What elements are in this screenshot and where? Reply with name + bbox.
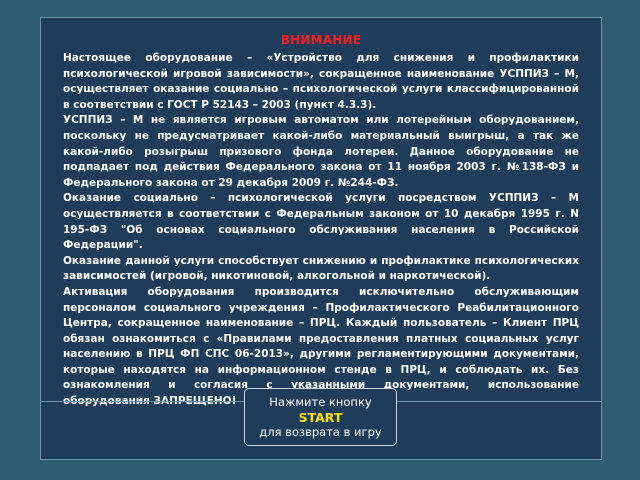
start-button-label: START <box>298 410 343 425</box>
notice-panel: ВНИМАНИЕ Настоящее оборудование – «Устро… <box>40 17 602 460</box>
notice-body: Настоящее оборудование – «Устройство для… <box>63 51 579 410</box>
notice-paragraph-1: Настоящее оборудование – «Устройство для… <box>63 52 579 111</box>
screen: ВНИМАНИЕ Настоящее оборудование – «Устро… <box>0 0 640 480</box>
start-button-prompt: Нажмите кнопку <box>269 395 372 409</box>
start-button-caption: для возврата в игру <box>259 425 382 439</box>
notice-paragraph-3: Оказание социально – психологической усл… <box>63 192 579 252</box>
notice-paragraph-4: Оказание данной услуги способствует сниж… <box>63 254 579 283</box>
start-button[interactable]: Нажмите кнопку START для возврата в игру <box>244 388 397 446</box>
notice-paragraph-2: УСППИЗ – М не является игровым автоматом… <box>63 114 579 189</box>
notice-title: ВНИМАНИЕ <box>280 33 362 47</box>
